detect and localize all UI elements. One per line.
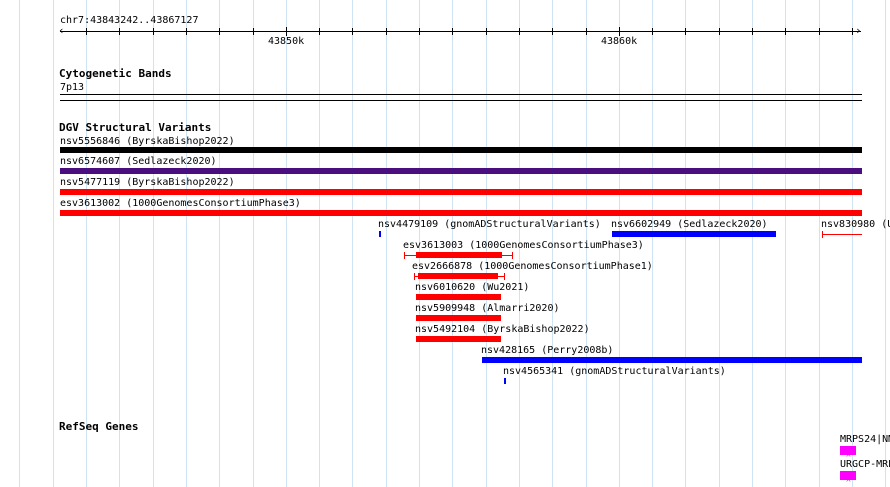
variant-bar[interactable] bbox=[60, 210, 862, 216]
grid-line bbox=[53, 0, 54, 487]
grid-line bbox=[652, 0, 653, 487]
variant-bar[interactable] bbox=[416, 294, 501, 300]
ruler-major-tick bbox=[286, 27, 287, 36]
ruler-minor-tick bbox=[519, 28, 520, 35]
grid-line bbox=[685, 0, 686, 487]
variant-bar[interactable] bbox=[60, 168, 862, 174]
ruler-minor-tick bbox=[319, 28, 320, 35]
cytoband-bottom-line bbox=[60, 100, 862, 101]
strand-arrow-icon: ^ bbox=[846, 478, 851, 487]
ruler-tick-label: 43850k bbox=[268, 36, 305, 47]
ruler-minor-tick bbox=[186, 28, 187, 35]
variant-label[interactable]: nsv5909948 (Almarri2020) bbox=[415, 303, 560, 314]
grid-line bbox=[885, 0, 886, 487]
grid-line bbox=[253, 0, 254, 487]
ruler-minor-tick bbox=[552, 28, 553, 35]
ruler-minor-tick bbox=[719, 28, 720, 35]
ruler-minor-tick bbox=[253, 28, 254, 35]
ruler-minor-tick bbox=[652, 28, 653, 35]
variant-label[interactable]: nsv5556846 (ByrskaBishop2022) bbox=[60, 136, 235, 147]
ruler-minor-tick bbox=[819, 28, 820, 35]
cytoband-top-line bbox=[60, 94, 862, 95]
variant-bar[interactable] bbox=[416, 315, 501, 321]
gene-label[interactable]: URGCP-MRP bbox=[840, 459, 890, 470]
grid-line bbox=[219, 0, 220, 487]
ruler-minor-tick bbox=[153, 28, 154, 35]
variant-whisker-cap bbox=[504, 273, 505, 280]
grid-line bbox=[186, 0, 187, 487]
variant-bar[interactable] bbox=[60, 147, 862, 153]
variant-label[interactable]: nsv5477119 (ByrskaBishop2022) bbox=[60, 177, 235, 188]
grid-line bbox=[719, 0, 720, 487]
variant-label[interactable]: nsv6602949 (Sedlazeck2020) bbox=[611, 219, 768, 230]
ruler-tick-label: 43860k bbox=[601, 36, 638, 47]
track-title-cytoband[interactable]: Cytogenetic Bands bbox=[59, 68, 172, 80]
grid-line bbox=[785, 0, 786, 487]
ruler-minor-tick bbox=[452, 28, 453, 35]
variant-label[interactable]: nsv428165 (Perry2008b) bbox=[481, 345, 613, 356]
ruler-major-tick bbox=[619, 27, 620, 36]
variant-whisker[interactable] bbox=[822, 234, 862, 235]
grid-line bbox=[386, 0, 387, 487]
ruler-left-arrow: ‹ bbox=[58, 24, 65, 37]
variant-bar[interactable] bbox=[379, 231, 381, 237]
ruler-minor-tick bbox=[685, 28, 686, 35]
variant-whisker-cap bbox=[414, 273, 415, 280]
variant-label[interactable]: nsv6574607 (Sedlazeck2020) bbox=[60, 156, 217, 167]
grid-line bbox=[852, 0, 853, 487]
ruler-minor-tick bbox=[386, 28, 387, 35]
grid-line bbox=[819, 0, 820, 487]
variant-bar[interactable] bbox=[504, 378, 506, 384]
variant-whisker-cap bbox=[404, 252, 405, 259]
ruler-minor-tick bbox=[752, 28, 753, 35]
variant-bar[interactable] bbox=[60, 189, 862, 195]
variant-bar[interactable] bbox=[418, 273, 498, 279]
ruler-minor-tick bbox=[852, 28, 853, 35]
grid-line bbox=[319, 0, 320, 487]
variant-bar[interactable] bbox=[482, 357, 862, 363]
ruler-minor-tick bbox=[352, 28, 353, 35]
grid-line bbox=[752, 0, 753, 487]
ruler-minor-tick bbox=[119, 28, 120, 35]
variant-label[interactable]: nsv6010620 (Wu2021) bbox=[415, 282, 529, 293]
variant-bar[interactable] bbox=[416, 336, 501, 342]
variant-bar[interactable] bbox=[612, 231, 776, 237]
variant-bar[interactable] bbox=[416, 252, 502, 258]
ruler-minor-tick bbox=[219, 28, 220, 35]
variant-label[interactable]: esv3613003 (1000GenomesConsortiumPhase3) bbox=[403, 240, 644, 251]
variant-label[interactable]: nsv4565341 (gnomADStructuralVariants) bbox=[503, 366, 726, 377]
variant-label[interactable]: nsv5492104 (ByrskaBishop2022) bbox=[415, 324, 590, 335]
location-label: chr7:43843242..43867127 bbox=[60, 15, 199, 26]
variant-label[interactable]: nsv830980 (U bbox=[821, 219, 890, 230]
ruler-minor-tick bbox=[486, 28, 487, 35]
ruler-right-arrow: › bbox=[855, 24, 862, 37]
ruler-minor-tick bbox=[86, 28, 87, 35]
gene-label[interactable]: MRPS24|NM bbox=[840, 434, 890, 445]
cytoband-label: 7p13 bbox=[60, 82, 85, 93]
grid-line bbox=[352, 0, 353, 487]
variant-whisker-cap bbox=[822, 231, 823, 238]
track-title-refseq[interactable]: RefSeq Genes bbox=[59, 421, 138, 433]
ruler-line bbox=[60, 31, 861, 32]
track-title-dgv[interactable]: DGV Structural Variants bbox=[59, 122, 211, 134]
variant-whisker-cap bbox=[512, 252, 513, 259]
variant-label[interactable]: nsv4479109 (gnomADStructuralVariants) bbox=[378, 219, 601, 230]
genome-browser-view[interactable]: chr7:43843242..43867127 ‹ › 43850k 43860… bbox=[0, 0, 890, 487]
variant-label[interactable]: esv3613002 (1000GenomesConsortiumPhase3) bbox=[60, 198, 301, 209]
ruler-minor-tick bbox=[419, 28, 420, 35]
variant-label[interactable]: esv2666878 (1000GenomesConsortiumPhase1) bbox=[412, 261, 653, 272]
ruler-minor-tick bbox=[785, 28, 786, 35]
grid-line bbox=[19, 0, 20, 487]
ruler-minor-tick bbox=[586, 28, 587, 35]
grid-line bbox=[286, 0, 287, 487]
